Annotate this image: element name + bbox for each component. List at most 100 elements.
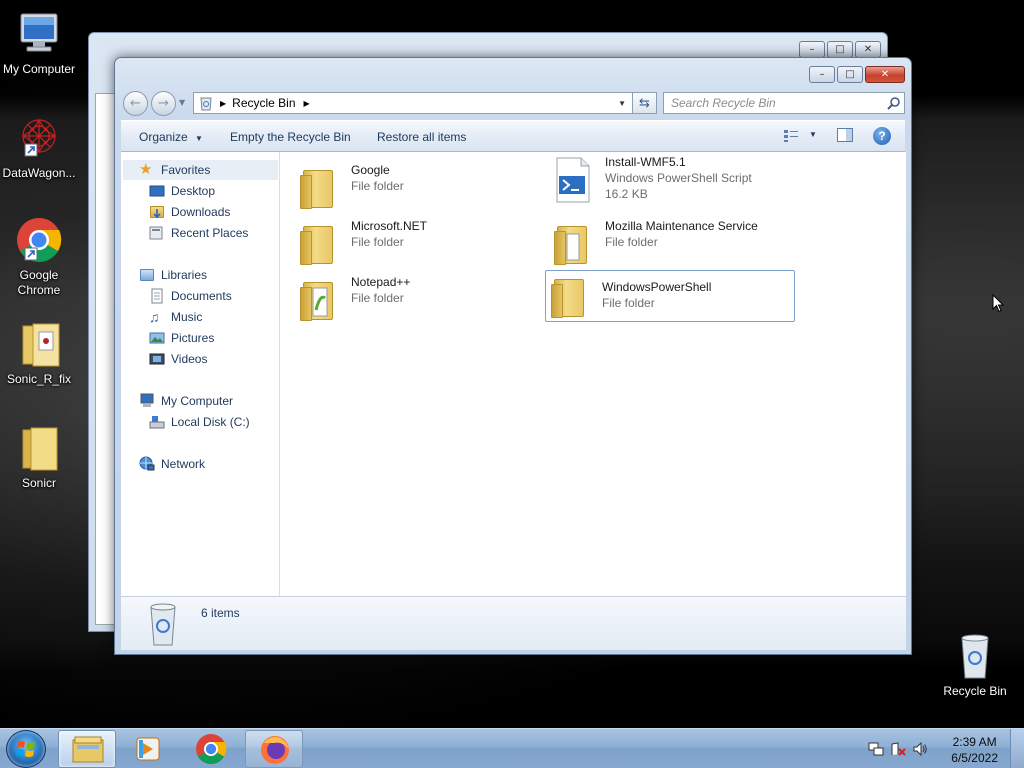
recycle-bin-icon bbox=[951, 632, 999, 680]
file-item-microsoft-net[interactable]: Microsoft.NET File folder bbox=[295, 216, 545, 268]
file-type: File folder bbox=[351, 291, 404, 305]
background-caption-buttons: – □ ✕ bbox=[799, 41, 881, 58]
nav-label: Local Disk (C:) bbox=[171, 415, 250, 429]
nav-label: My Computer bbox=[161, 394, 234, 408]
folder-icon bbox=[299, 220, 339, 268]
desktop-icon bbox=[149, 183, 165, 199]
file-size: 16.2 KB bbox=[605, 187, 648, 201]
downloads-icon bbox=[149, 204, 165, 220]
folder-icon bbox=[553, 220, 593, 268]
taskbar-explorer[interactable] bbox=[58, 730, 116, 768]
nav-local-disk[interactable]: Local Disk (C:) bbox=[149, 412, 250, 432]
desktop-icon-my-computer[interactable]: My Computer bbox=[0, 10, 78, 77]
history-dropdown-icon[interactable]: ▼ bbox=[179, 98, 185, 107]
maximize-button[interactable]: □ bbox=[837, 66, 863, 83]
desktop-icon-label: Recycle Bin bbox=[943, 684, 1007, 698]
maximize-button[interactable]: □ bbox=[827, 41, 853, 58]
nav-libraries[interactable]: Libraries bbox=[139, 265, 207, 285]
taskbar: 2:39 AM 6/5/2022 bbox=[0, 728, 1024, 768]
change-view-button[interactable]: ▼ bbox=[783, 129, 823, 145]
file-type: Windows PowerShell Script bbox=[605, 171, 752, 185]
desktop-icon-label: Google Chrome bbox=[17, 268, 61, 297]
nav-network[interactable]: Network bbox=[139, 454, 205, 474]
nav-downloads[interactable]: Downloads bbox=[149, 202, 230, 222]
organize-button[interactable]: Organize ▼ bbox=[139, 130, 203, 144]
videos-icon bbox=[149, 351, 165, 367]
nav-label: Documents bbox=[171, 289, 232, 303]
powershell-script-icon bbox=[553, 156, 593, 204]
nav-desktop[interactable]: Desktop bbox=[149, 181, 215, 201]
nav-pictures[interactable]: Pictures bbox=[149, 328, 214, 348]
file-name: Notepad++ bbox=[351, 275, 411, 289]
restore-all-button[interactable]: Restore all items bbox=[377, 130, 466, 144]
command-bar: Organize ▼ Empty the Recycle Bin Restore… bbox=[121, 120, 905, 152]
file-item-mozilla-maintenance[interactable]: Mozilla Maintenance Service File folder bbox=[549, 216, 799, 268]
file-item-google[interactable]: Google File folder bbox=[295, 160, 545, 212]
minimize-button[interactable]: – bbox=[809, 66, 835, 83]
clock-date: 6/5/2022 bbox=[951, 751, 998, 765]
help-icon: ? bbox=[878, 129, 886, 143]
file-item-windows-powershell[interactable]: WindowsPowerShell File folder bbox=[545, 270, 795, 322]
start-button[interactable] bbox=[6, 730, 46, 768]
organize-label: Organize bbox=[139, 130, 188, 144]
file-list: Google File folder Install-WMF5.1 Window… bbox=[281, 152, 906, 596]
desktop-icon-label: Sonicr bbox=[21, 476, 56, 490]
close-button[interactable]: ✕ bbox=[855, 41, 881, 58]
preview-pane-icon bbox=[837, 128, 853, 142]
desktop-icon-sonicr[interactable]: Sonicr bbox=[0, 424, 78, 491]
back-button[interactable]: ← bbox=[123, 91, 148, 116]
file-item-install-wmf[interactable]: Install-WMF5.1 Windows PowerShell Script… bbox=[549, 152, 799, 204]
drive-icon bbox=[149, 414, 165, 430]
folder-icon bbox=[15, 320, 63, 368]
nav-label: Downloads bbox=[171, 205, 231, 219]
caption-buttons: – □ ✕ bbox=[809, 66, 905, 83]
nav-music[interactable]: ♫ Music bbox=[149, 307, 202, 327]
clock-time: 2:39 AM bbox=[952, 735, 997, 749]
desktop-icon-sonic-r-fix[interactable]: Sonic_R_fix bbox=[0, 320, 78, 387]
media-player-icon bbox=[136, 737, 160, 761]
mouse-cursor-icon bbox=[992, 294, 1004, 313]
preview-pane-button[interactable] bbox=[837, 128, 855, 144]
details-pane: 6 items bbox=[121, 596, 906, 650]
file-name: Google bbox=[351, 163, 390, 177]
nav-label: Network bbox=[161, 457, 206, 471]
address-bar[interactable]: ▶ Recycle Bin ▶ ▼ bbox=[193, 92, 633, 114]
breadcrumb-separator-icon[interactable]: ▶ bbox=[304, 99, 310, 108]
desktop-icon-datawagon[interactable]: DataWagon... bbox=[0, 114, 78, 181]
address-dropdown-icon[interactable]: ▼ bbox=[618, 99, 626, 108]
file-name: Mozilla Maintenance Service bbox=[605, 219, 758, 233]
forward-button[interactable]: → bbox=[151, 91, 176, 116]
desktop-icon-google-chrome[interactable]: Google Chrome bbox=[0, 216, 78, 298]
taskbar-chrome[interactable] bbox=[182, 730, 240, 768]
show-desktop-button[interactable] bbox=[1010, 729, 1024, 768]
breadcrumb-location[interactable]: Recycle Bin bbox=[232, 96, 295, 110]
empty-recycle-bin-button[interactable]: Empty the Recycle Bin bbox=[230, 130, 351, 144]
search-input[interactable]: Search Recycle Bin bbox=[663, 92, 905, 114]
taskbar-media-player[interactable] bbox=[120, 730, 178, 768]
forward-arrow-icon: → bbox=[158, 96, 169, 111]
clock[interactable]: 2:39 AM 6/5/2022 bbox=[951, 734, 998, 766]
nav-favorites[interactable]: ★ Favorites bbox=[123, 160, 278, 180]
action-center-icon[interactable] bbox=[890, 741, 906, 757]
folder-icon bbox=[299, 276, 339, 324]
network-icon[interactable] bbox=[868, 741, 884, 757]
folder-icon bbox=[299, 164, 339, 212]
desktop-icon-recycle-bin[interactable]: Recycle Bin bbox=[936, 632, 1014, 699]
breadcrumb-separator-icon[interactable]: ▶ bbox=[220, 99, 226, 108]
close-button[interactable]: ✕ bbox=[865, 66, 905, 83]
nav-videos[interactable]: Videos bbox=[149, 349, 207, 369]
taskbar-firefox[interactable] bbox=[245, 730, 303, 768]
minimize-button[interactable]: – bbox=[799, 41, 825, 58]
volume-icon[interactable] bbox=[912, 741, 928, 757]
system-tray: 2:39 AM 6/5/2022 bbox=[854, 729, 1024, 768]
help-button[interactable]: ? bbox=[873, 127, 891, 145]
nav-my-computer[interactable]: My Computer bbox=[139, 391, 233, 411]
explorer-icon bbox=[72, 736, 104, 763]
nav-documents[interactable]: Documents bbox=[149, 286, 232, 306]
nav-recent-places[interactable]: Recent Places bbox=[149, 223, 248, 243]
refresh-button[interactable]: ⇆ bbox=[633, 92, 657, 114]
file-name: Microsoft.NET bbox=[351, 219, 428, 233]
folder-icon bbox=[550, 273, 590, 321]
file-item-notepad-plus-plus[interactable]: Notepad++ File folder bbox=[295, 272, 545, 324]
search-icon[interactable] bbox=[887, 96, 901, 110]
